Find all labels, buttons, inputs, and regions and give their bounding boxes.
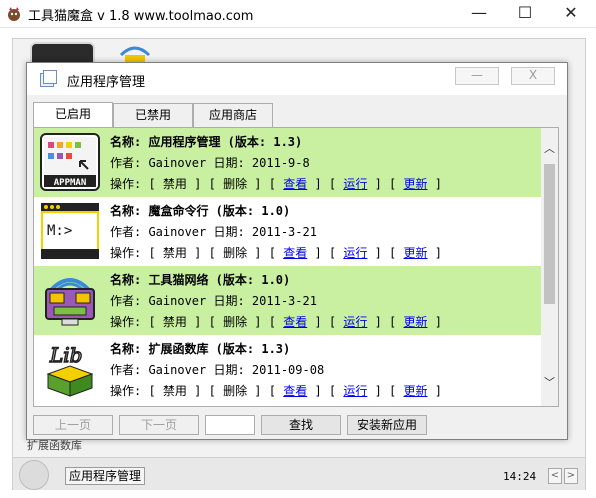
tab-disabled[interactable]: 已禁用 [113,103,193,127]
prev-page-button[interactable]: 上一页 [33,415,113,435]
delete-link[interactable]: 删除 [223,315,247,329]
app-row: Lib 名称: 扩展函数库 (版本: 1.3) 作者: Gainover 日期:… [34,335,541,404]
run-link[interactable]: 运行 [343,315,367,329]
app-author: 作者: Gainover 日期: 2011-09-08 [110,363,325,377]
search-input[interactable] [205,415,255,435]
delete-link[interactable]: 删除 [223,384,247,398]
install-app-button[interactable]: 安装新应用 [347,415,427,435]
run-link[interactable]: 运行 [343,384,367,398]
view-link[interactable]: 查看 [283,177,307,191]
app-author: 作者: Gainover 日期: 2011-9-8 [110,156,310,170]
run-link[interactable]: 运行 [343,246,367,260]
clock: 14:24 [503,470,537,483]
window-title: 工具猫魔盒 v 1.8 www.toolmao.com [28,9,254,24]
lib-icon: Lib [46,342,94,397]
find-button[interactable]: 查找 [261,415,341,435]
ops-label: 操作: [110,315,142,329]
update-link[interactable]: 更新 [403,315,427,329]
view-link[interactable]: 查看 [283,384,307,398]
ops-label: 操作: [110,177,142,191]
robot-start-icon[interactable] [19,460,49,490]
app-author: 作者: Gainover 日期: 2011-3-21 [110,225,317,239]
window-stack-icon [40,70,57,87]
run-link[interactable]: 运行 [343,177,367,191]
dialog-bottom-bar: 上一页 下一页 查找 安装新应用 [33,415,559,437]
vertical-scrollbar[interactable]: ︿ ﹀ [541,128,558,406]
app-ops: 操作: [ 禁用 ] [ 删除 ] [ 查看 ] [ 运行 ] [ 更新 ] [110,177,442,191]
view-link[interactable]: 查看 [283,246,307,260]
tab-app-store[interactable]: 应用商店 [193,103,273,127]
toolmao-logo-icon [8,7,20,21]
update-link[interactable]: 更新 [403,384,427,398]
ops-label: 操作: [110,246,142,260]
dialog-titlebar: 应用程序管理 — X [27,63,567,95]
app-ops: 操作: [ 禁用 ] [ 删除 ] [ 查看 ] [ 运行 ] [ 更新 ] [110,315,442,329]
app-name: 名称: 应用程序管理 (版本: 1.3) [110,135,303,149]
app-manager-dialog: 应用程序管理 — X 已启用 已禁用 应用商店 APPMAN 名称: 应用程序管… [26,62,568,440]
update-link[interactable]: 更新 [403,177,427,191]
app-name: 名称: 魔盒命令行 (版本: 1.0) [110,204,291,218]
app-ops: 操作: [ 禁用 ] [ 删除 ] [ 查看 ] [ 运行 ] [ 更新 ] [110,246,442,260]
ops-label: 操作: [110,384,142,398]
dialog-close-button[interactable]: X [511,67,555,85]
taskbar-next-button[interactable]: > [564,468,578,484]
svg-text:M:>: M:> [47,223,72,239]
svg-text:Lib: Lib [49,343,82,367]
minimize-button[interactable]: — [456,0,502,28]
dialog-title: 应用程序管理 [67,75,146,90]
svg-text:APPMAN: APPMAN [54,178,87,188]
app-row: 名称: 工具猫网络 (版本: 1.0) 作者: Gainover 日期: 201… [34,266,541,335]
dialog-minimize-button[interactable]: — [455,67,499,85]
close-button[interactable]: ✕ [548,0,594,28]
disable-link[interactable]: 禁用 [163,384,187,398]
app-author: 作者: Gainover 日期: 2011-3-21 [110,294,317,308]
scroll-up-icon[interactable]: ︿ [541,140,558,158]
delete-link[interactable]: 删除 [223,177,247,191]
app-ops: 操作: [ 禁用 ] [ 删除 ] [ 查看 ] [ 运行 ] [ 更新 ] [110,384,442,398]
disable-link[interactable]: 禁用 [163,315,187,329]
app-name: 名称: 工具猫网络 (版本: 1.0) [110,273,291,287]
disable-link[interactable]: 禁用 [163,177,187,191]
delete-link[interactable]: 删除 [223,246,247,260]
tab-enabled[interactable]: 已启用 [33,102,113,128]
view-link[interactable]: 查看 [283,315,307,329]
taskbar-appman-button[interactable]: 应用程序管理 [65,467,145,485]
appman-icon: APPMAN [40,133,100,191]
app-row: APPMAN 名称: 应用程序管理 (版本: 1.3) 作者: Gainover… [34,128,541,197]
app-list: APPMAN 名称: 应用程序管理 (版本: 1.3) 作者: Gainover… [33,127,559,407]
scroll-thumb[interactable] [544,164,555,304]
console-icon: M:> [41,203,99,259]
scroll-down-icon[interactable]: ﹀ [541,374,558,392]
app-row: M:> 名称: 魔盒命令行 (版本: 1.0) 作者: Gainover 日期:… [34,197,541,266]
taskbar-prev-button[interactable]: < [548,468,562,484]
maximize-button[interactable]: ☐ [502,0,548,28]
network-icon [45,278,95,326]
update-link[interactable]: 更新 [403,246,427,260]
app-name: 名称: 扩展函数库 (版本: 1.3) [110,342,291,356]
taskbar: 应用程序管理 14:24 < > [13,457,585,490]
disable-link[interactable]: 禁用 [163,246,187,260]
window-titlebar: 工具猫魔盒 v 1.8 www.toolmao.com — ☐ ✕ [0,0,596,28]
next-page-button[interactable]: 下一页 [119,415,199,435]
